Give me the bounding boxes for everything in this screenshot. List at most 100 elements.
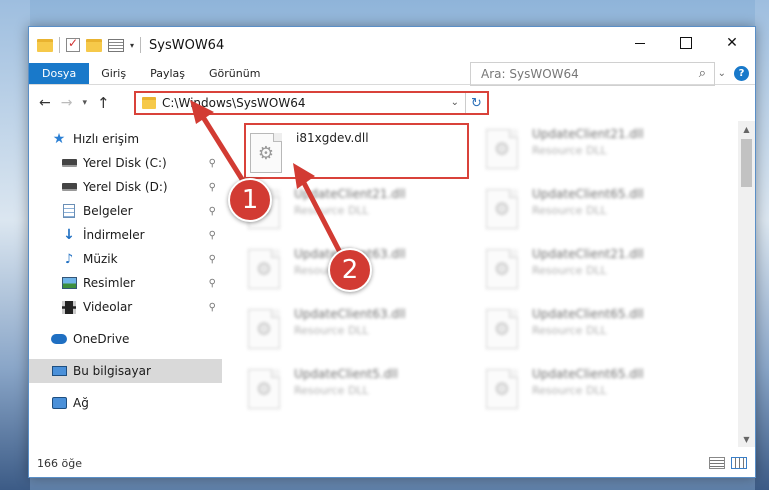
sidebar-item-label: Resimler <box>83 276 136 290</box>
sidebar-item-pictures[interactable]: Resimler ⚲ <box>29 271 222 295</box>
tab-file[interactable]: Dosya <box>29 63 90 84</box>
sidebar-item-label: OneDrive <box>73 332 130 346</box>
sidebar-item-local-disk-d[interactable]: Yerel Disk (D:) ⚲ <box>29 175 222 199</box>
pin-icon[interactable]: ⚲ <box>209 158 216 169</box>
sidebar-item-this-pc[interactable]: Bu bilgisayar <box>29 359 222 383</box>
pin-icon[interactable]: ⚲ <box>209 206 216 217</box>
maximize-button[interactable] <box>663 27 709 59</box>
close-button[interactable]: ✕ <box>709 27 755 59</box>
sidebar-item-label: Ağ <box>73 396 89 410</box>
dll-file-icon: ⚙ <box>486 189 518 229</box>
search-input[interactable]: Ara: SysWOW64 ⌕ <box>470 62 715 86</box>
file-item[interactable]: ⚙ UpdateClient21.dllResource DLL <box>482 121 707 177</box>
sidebar-item-onedrive[interactable]: OneDrive <box>29 327 222 351</box>
folder-icon <box>37 38 53 52</box>
window-controls: ✕ <box>617 27 755 59</box>
file-item[interactable]: ⚙ UpdateClient21.dllResource DLL <box>482 241 707 297</box>
sidebar-item-network[interactable]: Ağ <box>29 391 222 415</box>
pin-icon[interactable]: ⚲ <box>209 182 216 193</box>
callout-step-1: 1 <box>228 178 272 222</box>
sidebar-item-label: İndirmeler <box>83 228 145 242</box>
sidebar-item-label: Belgeler <box>83 204 133 218</box>
sidebar-item-label: Videolar <box>83 300 133 314</box>
music-icon: ♪ <box>64 251 74 267</box>
properties-icon[interactable] <box>108 38 124 52</box>
forward-arrow-icon[interactable]: → <box>61 95 73 111</box>
file-type: Resource DLL <box>532 204 607 217</box>
address-path[interactable]: C:\Windows\SysWOW64 <box>162 96 306 110</box>
vertical-scrollbar[interactable]: ▲ ▼ <box>738 121 755 447</box>
back-arrow-icon[interactable]: ← <box>39 95 51 111</box>
search-icon[interactable]: ⌕ <box>699 66 706 81</box>
dll-file-icon: ⚙ <box>486 309 518 349</box>
this-pc-icon <box>51 364 67 378</box>
pin-icon[interactable]: ⚲ <box>209 254 216 265</box>
explorer-window: ▾ SysWOW64 ✕ Dosya Giriş Paylaş Görünüm … <box>28 26 756 478</box>
expand-ribbon-chevron-icon[interactable]: ⌄ <box>718 68 726 79</box>
file-type: Resource DLL <box>294 204 369 217</box>
sidebar-item-label: Yerel Disk (D:) <box>83 180 168 194</box>
large-icons-view-icon[interactable] <box>731 457 747 469</box>
file-name: UpdateClient65.dll <box>532 307 644 321</box>
file-item[interactable]: ⚙ UpdateClient65.dll Resource DLL <box>482 301 707 357</box>
minimize-button[interactable] <box>617 27 663 59</box>
drive-icon <box>61 180 77 194</box>
dll-file-icon: ⚙ <box>486 369 518 409</box>
item-count: 166 öğe <box>37 456 82 470</box>
sidebar-item-label: Bu bilgisayar <box>73 364 151 378</box>
refresh-icon[interactable]: ↻ <box>465 93 487 113</box>
network-icon <box>51 396 67 410</box>
dll-file-icon: ⚙ <box>248 309 280 349</box>
drive-icon <box>61 156 77 170</box>
file-name: UpdateClient21.dll <box>532 247 644 261</box>
file-item[interactable]: ⚙ UpdateClient65.dll Resource DLL <box>482 181 707 237</box>
file-item-highlighted[interactable]: ⚙ i81xgdev.dll <box>244 123 469 179</box>
details-view-icon[interactable] <box>709 457 725 469</box>
file-name: UpdateClient65.dll <box>532 367 644 381</box>
customize-toolbar-chevron-icon[interactable]: ▾ <box>130 41 134 50</box>
properties-check-icon[interactable] <box>66 36 80 52</box>
quick-access-toolbar: ▾ <box>29 36 142 53</box>
file-item[interactable]: ⚙ UpdateClient65.dll Resource DLL <box>482 361 707 417</box>
address-bar[interactable]: C:\Windows\SysWOW64 ⌄ ↻ <box>134 91 489 115</box>
documents-icon <box>61 204 77 218</box>
sidebar-item-local-disk-c[interactable]: Yerel Disk (C:) ⚲ <box>29 151 222 175</box>
folder-icon <box>142 97 156 109</box>
file-type: Resource DLL <box>532 384 607 397</box>
help-icon[interactable]: ? <box>734 66 749 81</box>
scrollbar-thumb[interactable] <box>741 139 752 187</box>
sidebar-item-music[interactable]: ♪ Müzik ⚲ <box>29 247 222 271</box>
navigation-bar: ← → ▾ ↑ C:\Windows\SysWOW64 ⌄ ↻ <box>29 85 755 121</box>
sidebar-item-label: Hızlı erişim <box>73 132 140 146</box>
tab-home[interactable]: Giriş <box>89 63 138 84</box>
pin-icon[interactable]: ⚲ <box>209 230 216 241</box>
sidebar-item-documents[interactable]: Belgeler ⚲ <box>29 199 222 223</box>
sidebar-item-quick-access[interactable]: ★ Hızlı erişim <box>29 127 222 151</box>
pin-icon[interactable]: ⚲ <box>209 278 216 289</box>
address-dropdown-chevron-icon[interactable]: ⌄ <box>451 97 459 108</box>
up-arrow-icon[interactable]: ↑ <box>97 94 110 112</box>
new-folder-icon[interactable] <box>86 38 102 52</box>
main-area: ★ Hızlı erişim Yerel Disk (C:) ⚲ Yerel D… <box>29 121 755 447</box>
file-type: Resource DLL <box>532 264 607 277</box>
file-name: UpdateClient5.dll <box>294 367 398 381</box>
file-name: UpdateClient63.dll <box>294 307 406 321</box>
file-item[interactable]: ⚙ UpdateClient63.dll Resource DLL <box>244 301 469 357</box>
onedrive-icon <box>51 332 67 346</box>
file-type: Resource DLL <box>532 324 607 337</box>
tab-share[interactable]: Paylaş <box>138 63 197 84</box>
pin-icon[interactable]: ⚲ <box>209 302 216 313</box>
scroll-up-arrow-icon[interactable]: ▲ <box>738 121 755 137</box>
file-item[interactable]: ⚙ UpdateClient5.dll Resource DLL <box>244 361 469 417</box>
file-type: Resource DLL <box>294 384 369 397</box>
file-item[interactable]: ⚙ UpdateClient21.dllResource DLL <box>244 181 469 237</box>
sidebar-item-videos[interactable]: Videolar ⚲ <box>29 295 222 319</box>
tab-view[interactable]: Görünüm <box>197 63 272 84</box>
sidebar-item-label: Müzik <box>83 252 118 266</box>
window-title: SysWOW64 <box>149 37 225 53</box>
scroll-down-arrow-icon[interactable]: ▼ <box>738 431 755 447</box>
recent-locations-chevron-icon[interactable]: ▾ <box>82 98 87 108</box>
file-list: ⚙ i81xgdev.dll ⚙ UpdateClient21.dll Resou… <box>222 121 755 447</box>
sidebar-item-downloads[interactable]: ↓ İndirmeler ⚲ <box>29 223 222 247</box>
dll-file-icon: ⚙ <box>250 133 282 173</box>
